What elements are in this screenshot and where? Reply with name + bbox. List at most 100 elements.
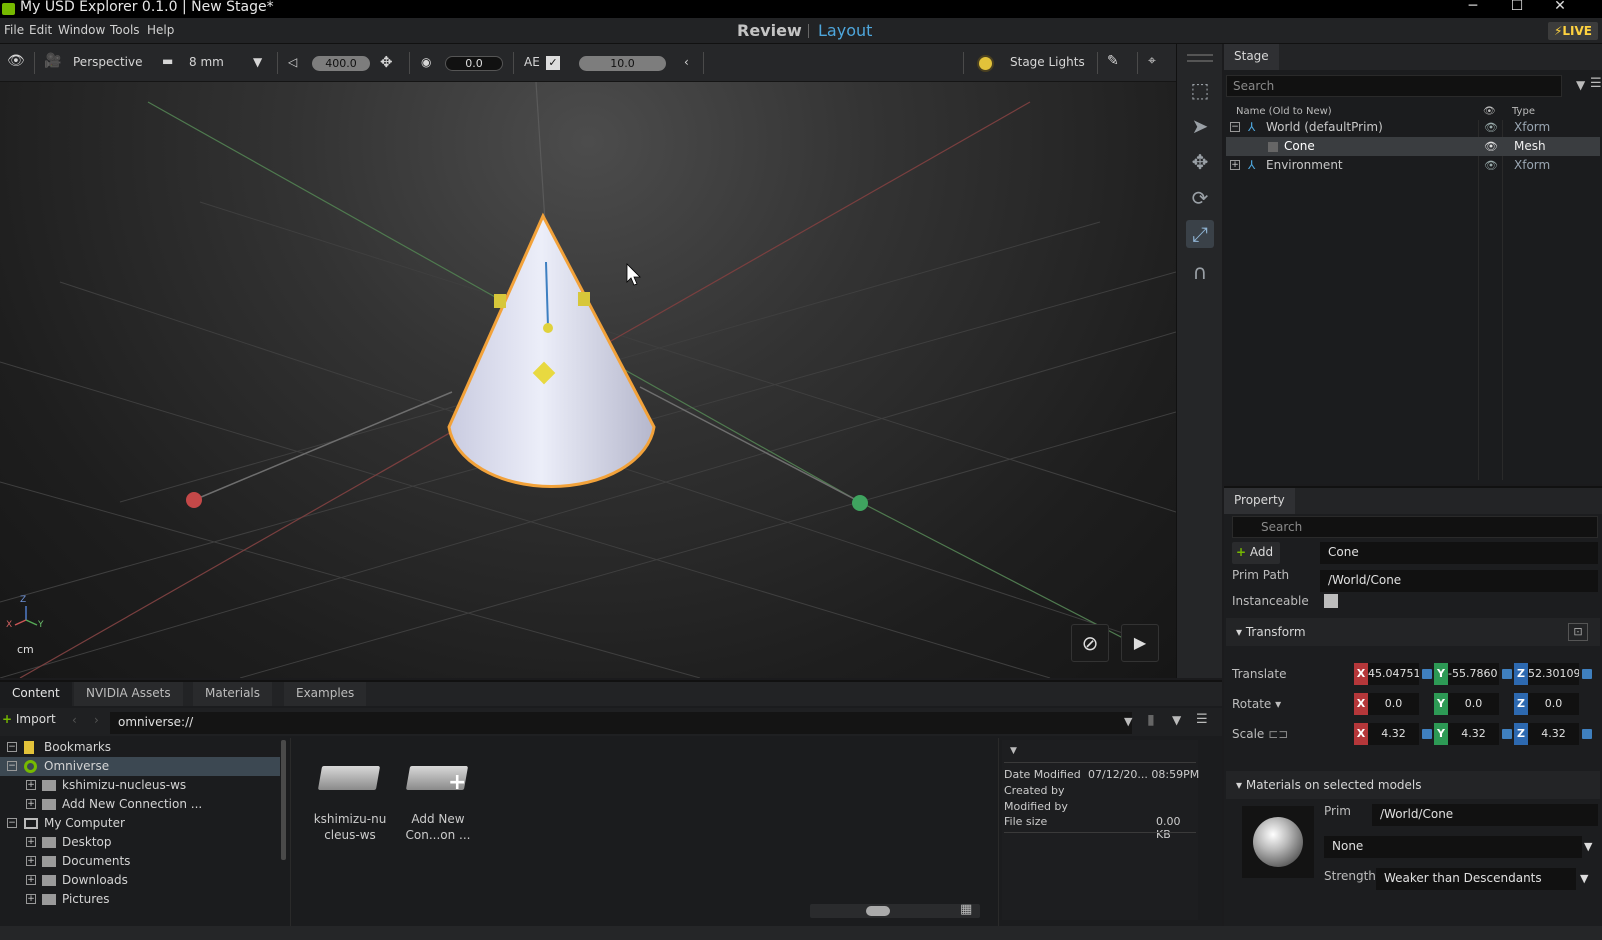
rotate-z-field[interactable]: 0.0	[1528, 693, 1579, 715]
path-field[interactable]: omniverse://	[110, 712, 1132, 734]
expand-toggle-icon[interactable]: +	[1230, 160, 1240, 170]
tab-content[interactable]: Content	[0, 682, 72, 706]
scale-z-field[interactable]: 4.32	[1528, 723, 1579, 745]
stage-tree-row[interactable]: Cone 👁 Mesh	[1226, 137, 1600, 156]
viewport[interactable]: Z X Y cm ⊘ ▶	[0, 82, 1176, 678]
strength-select[interactable]: Weaker than Descendants	[1376, 868, 1576, 890]
stage-tree-row[interactable]: + ⅄ Environment 👁 Xform	[1226, 156, 1600, 175]
menu-file[interactable]: File	[4, 23, 24, 37]
expand-toggle-icon[interactable]: +	[26, 875, 36, 885]
expand-toggle-icon[interactable]: +	[26, 799, 36, 809]
translate-y-field[interactable]: -55.7860	[1448, 663, 1499, 685]
scale-icon[interactable]: ⤢	[1186, 220, 1214, 248]
capture-icon[interactable]: ⊘	[1071, 624, 1109, 662]
menu-help[interactable]: Help	[147, 23, 174, 37]
column-visibility-icon[interactable]: 👁	[1483, 106, 1496, 117]
exposure-field[interactable]: 0.0	[445, 56, 503, 71]
keyframe-icon[interactable]	[1582, 669, 1592, 679]
translate-z-field[interactable]: 52.30109	[1528, 663, 1579, 685]
menu-edit[interactable]: Edit	[29, 23, 52, 37]
instanceable-checkbox[interactable]	[1324, 594, 1338, 608]
stage-lights-select[interactable]: Stage Lights	[1010, 55, 1085, 69]
cone-mesh[interactable]	[447, 212, 656, 489]
tree-item-nucleus[interactable]: + kshimizu-nucleus-ws	[0, 776, 280, 795]
camera-select[interactable]: Perspective	[73, 55, 143, 69]
collapse-toggle-icon[interactable]: −	[7, 742, 17, 752]
column-name-header[interactable]: Name (Old to New)	[1236, 106, 1332, 117]
back-arrow-icon[interactable]: ‹	[72, 713, 77, 727]
play-icon[interactable]: ▶	[1121, 624, 1159, 662]
lens-select[interactable]: 8 mm	[189, 55, 224, 69]
keyframe-icon[interactable]	[1502, 669, 1512, 679]
keyframe-icon[interactable]	[1502, 729, 1512, 739]
slider-thumb[interactable]	[866, 906, 890, 916]
minimize-button[interactable]: ─	[1458, 0, 1488, 14]
mode-tab-layout[interactable]: Layout	[818, 21, 872, 40]
close-button[interactable]: ✕	[1545, 0, 1575, 14]
tree-item-documents[interactable]: + Documents	[0, 852, 280, 871]
ae-value-field[interactable]: 10.0	[579, 56, 666, 71]
eye-menu-icon[interactable]: 👁	[7, 53, 25, 69]
property-search-input[interactable]: Search	[1232, 516, 1598, 538]
collapse-toolbar-icon[interactable]: ‹	[684, 55, 689, 69]
scale-x-handle[interactable]	[186, 492, 202, 508]
tree-item-bookmarks[interactable]: − Bookmarks	[0, 738, 280, 757]
transform-section-header[interactable]: ▾ Transform	[1226, 618, 1600, 646]
expand-toggle-icon[interactable]: +	[26, 837, 36, 847]
tree-scrollbar[interactable]	[281, 740, 286, 860]
tree-item-desktop[interactable]: + Desktop	[0, 833, 280, 852]
expand-toggle-icon[interactable]: +	[26, 856, 36, 866]
list-options-icon[interactable]: ☰	[1196, 712, 1208, 727]
tab-examples[interactable]: Examples	[284, 682, 367, 706]
rotate-icon[interactable]: ⟳	[1186, 184, 1214, 212]
filter-icon[interactable]: ▼	[1172, 713, 1181, 727]
material-dropdown-icon[interactable]: ▼	[1584, 840, 1592, 853]
visibility-eye-icon[interactable]: 👁	[1484, 118, 1498, 137]
scale-y-field[interactable]: 4.32	[1448, 723, 1499, 745]
collapse-toggle-icon[interactable]: −	[1230, 122, 1240, 132]
grid-item-nucleus[interactable]: kshimizu-nu cleus-ws	[314, 766, 386, 856]
stage-tab[interactable]: Stage	[1224, 44, 1279, 70]
grid-view-icon[interactable]: ▦	[960, 902, 972, 917]
scale-x-field[interactable]: 4.32	[1368, 723, 1419, 745]
material-prim-field[interactable]: /World/Cone	[1372, 804, 1598, 826]
property-tab[interactable]: Property	[1224, 488, 1295, 514]
rotate-x-field[interactable]: 0.0	[1368, 693, 1419, 715]
filter-icon[interactable]: ▼	[1576, 78, 1585, 92]
add-button[interactable]: + Add	[1232, 542, 1280, 564]
translate-x-field[interactable]: 45.04751	[1368, 663, 1419, 685]
transform-options-icon[interactable]: ⊡	[1568, 623, 1588, 641]
maximize-button[interactable]: ☐	[1502, 0, 1532, 14]
lens-dropdown-icon[interactable]: ▼	[253, 55, 262, 69]
expand-toggle-icon[interactable]: +	[26, 780, 36, 790]
viewport-scene[interactable]	[0, 82, 1176, 678]
visibility-eye-icon[interactable]: 👁	[1484, 137, 1498, 156]
options-menu-icon[interactable]: ☰	[1590, 76, 1602, 91]
stage-search-input[interactable]: Search	[1226, 75, 1562, 97]
link-scale-icon[interactable]: ⊏⊐	[1268, 727, 1288, 741]
cube-icon[interactable]: ⬚	[1186, 76, 1214, 104]
menu-window[interactable]: Window	[58, 23, 105, 37]
tree-item-my-computer[interactable]: − My Computer	[0, 814, 280, 833]
rotate-y-field[interactable]: 0.0	[1448, 693, 1499, 715]
grid-item-add-connection[interactable]: + Add New Con...on ...	[406, 766, 470, 856]
navigation-icon[interactable]: ✥	[380, 53, 393, 71]
keyframe-icon[interactable]	[1422, 729, 1432, 739]
keyframe-icon[interactable]	[1422, 669, 1432, 679]
materials-section-header[interactable]: ▾ Materials on selected models	[1226, 771, 1600, 799]
menu-tools[interactable]: Tools	[110, 23, 140, 37]
column-type-header[interactable]: Type	[1512, 106, 1535, 117]
tab-nvidia-assets[interactable]: NVIDIA Assets	[74, 682, 183, 706]
import-button[interactable]: + Import	[2, 712, 60, 732]
speed-field[interactable]: 400.0	[312, 56, 370, 71]
manipulator-center-handle[interactable]	[543, 323, 553, 333]
scale-y-handle[interactable]	[852, 495, 868, 511]
visibility-eye-icon[interactable]: 👁	[1484, 156, 1498, 175]
tree-item-downloads[interactable]: + Downloads	[0, 871, 280, 890]
manipulator-side-handle[interactable]	[578, 292, 590, 306]
location-pin-icon[interactable]: ⌖	[1148, 53, 1156, 69]
mode-tab-review[interactable]: Review	[737, 21, 802, 40]
move-icon[interactable]: ✥	[1186, 148, 1214, 176]
live-button[interactable]: ⚡LIVE	[1547, 22, 1598, 40]
material-select[interactable]: None	[1324, 836, 1582, 858]
